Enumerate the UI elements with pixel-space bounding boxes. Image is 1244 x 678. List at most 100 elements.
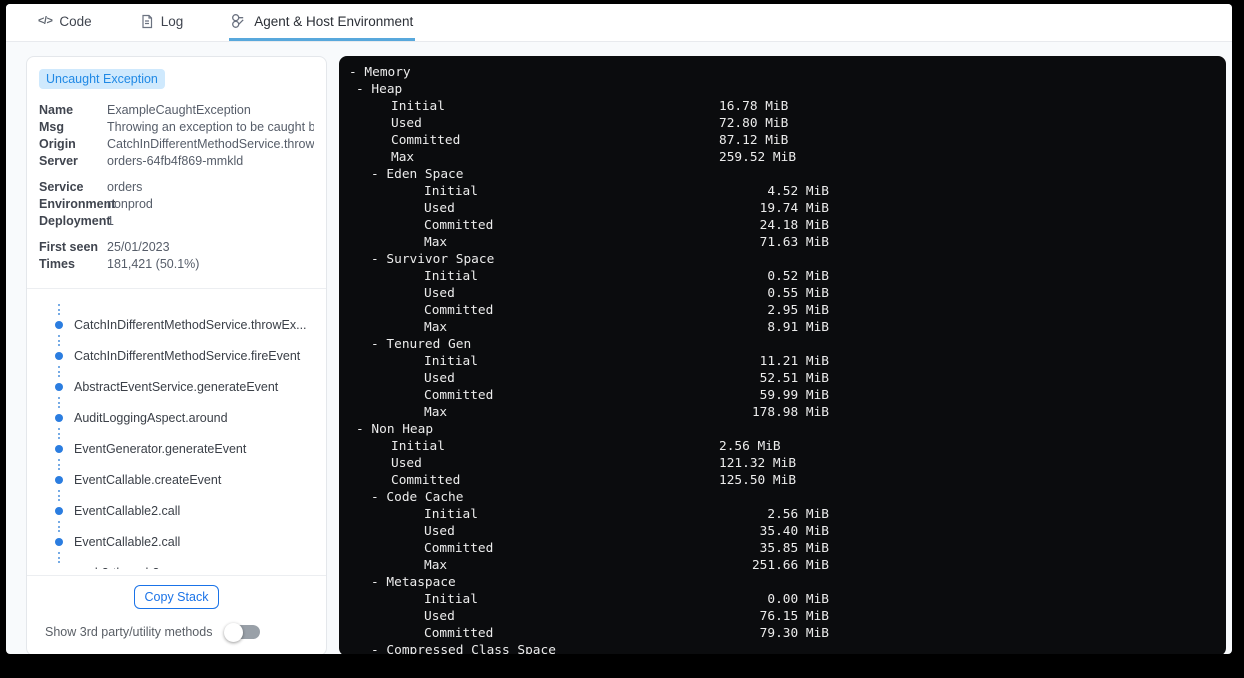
field-row: Environment nonprod: [39, 196, 314, 213]
tree-label: - Eden Space: [371, 167, 464, 182]
field-value: 1: [107, 214, 114, 228]
tree-row: Max 251.66 MiB: [339, 557, 1226, 574]
tree-label: - Survivor Space: [371, 252, 495, 267]
field-value: orders-64fb4f869-mmkld: [107, 154, 244, 168]
stack-frame[interactable]: → AuditLoggingAspect.around: [39, 411, 314, 425]
connector-dots-icon: [39, 518, 314, 535]
tree-value: 259.52 MiB: [719, 150, 797, 165]
toggle-label: Show 3rd party/utility methods: [45, 625, 213, 639]
tree-value: 0.52 MiB: [767, 269, 829, 284]
field-value: orders: [107, 180, 143, 194]
third-party-toggle-row: Show 3rd party/utility methods: [45, 622, 314, 642]
stack-frame[interactable]: → CatchInDifferentMethodService.fireEven…: [39, 349, 314, 363]
tree-label: Committed: [424, 388, 494, 403]
tree-label: Used: [424, 524, 455, 539]
exception-panel: Uncaught Exception Name ExampleCaughtExc…: [26, 56, 327, 654]
tree-label: Committed: [391, 473, 461, 488]
third-party-toggle[interactable]: [224, 622, 261, 642]
tree-value: 71.63 MiB: [759, 235, 829, 250]
tree-row: Initial 16.78 MiB: [339, 98, 1226, 115]
tree-row: Used 19.74 MiB: [339, 200, 1226, 217]
stack-frame[interactable]: → EventCallable2.call: [39, 535, 314, 549]
tree-label: Max: [424, 405, 448, 420]
tree-row: Committed 2.95 MiB: [339, 302, 1226, 319]
connector-dots-icon: [39, 487, 314, 504]
exception-type-badge: Uncaught Exception: [39, 69, 165, 89]
field-label: Service: [39, 180, 84, 194]
tab-icon: [140, 14, 154, 29]
tree-row: - Code Cache: [339, 489, 1226, 506]
connector-dots-icon: [39, 332, 314, 349]
tree-value: 0.55 MiB: [767, 286, 829, 301]
tree-value: 4.52 MiB: [767, 184, 829, 199]
field-value: CatchInDifferentMethodService.throwExcep: [107, 137, 314, 151]
stack-frame-item: → EventCallable2.call: [39, 518, 314, 549]
tree-value: 35.40 MiB: [759, 524, 829, 539]
stack-frame[interactable]: → pool-2-thread-3: [39, 566, 314, 569]
tree-value: 87.12 MiB: [719, 133, 789, 148]
tree-label: Initial: [391, 439, 445, 454]
tree-value: 121.32 MiB: [719, 456, 797, 471]
frame-dot-icon: [55, 414, 63, 422]
tree-value: 2.95 MiB: [767, 303, 829, 318]
tree-value: 59.99 MiB: [759, 388, 829, 403]
divider: [27, 575, 326, 576]
field-row: Deployment 1: [39, 213, 314, 230]
stack-frame-label: pool-2-thread-3: [74, 566, 159, 569]
stack-frame[interactable]: → EventCallable2.call: [39, 504, 314, 518]
field-label: Server: [39, 154, 78, 168]
tree-row: Used 76.15 MiB: [339, 608, 1226, 625]
tab[interactable]: Log: [138, 4, 186, 41]
tree-label: Max: [424, 558, 448, 573]
tree-row: Max 8.91 MiB: [339, 319, 1226, 336]
tree-label: Initial: [424, 184, 478, 199]
tree-row: - Heap: [339, 81, 1226, 98]
field-row: Server orders-64fb4f869-mmkld: [39, 153, 314, 170]
tree-value: 2.56 MiB: [719, 439, 781, 454]
tree-label: Used: [424, 609, 455, 624]
tree-row: Initial 0.52 MiB: [339, 268, 1226, 285]
connector-dots-icon: [39, 425, 314, 442]
field-row: Origin CatchInDifferentMethodService.thr…: [39, 136, 314, 153]
tree-label: Committed: [424, 303, 494, 318]
tree-row: Initial 11.21 MiB: [339, 353, 1226, 370]
stack-frame[interactable]: → EventGenerator.generateEvent: [39, 442, 314, 456]
tree-row: Used 52.51 MiB: [339, 370, 1226, 387]
tree-row: Used 121.32 MiB: [339, 455, 1226, 472]
stack-frame[interactable]: → AbstractEventService.generateEvent: [39, 380, 314, 394]
field-label: Times: [39, 257, 75, 271]
tree-row: Used 72.80 MiB: [339, 115, 1226, 132]
tab[interactable]: </> Code: [36, 4, 94, 41]
stack-frame-label: CatchInDifferentMethodService.fireEvent: [74, 349, 301, 363]
tree-value: 251.66 MiB: [751, 558, 829, 573]
toggle-thumb: [224, 622, 244, 642]
copy-stack-button[interactable]: Copy Stack: [133, 585, 220, 609]
tree-value: 79.30 MiB: [759, 626, 829, 641]
tab-icon: </>: [38, 15, 53, 27]
tree-row: Used 0.55 MiB: [339, 285, 1226, 302]
tree-value: 8.91 MiB: [767, 320, 829, 335]
tab-label: Agent & Host Environment: [254, 13, 414, 29]
tree-row: Committed 24.18 MiB: [339, 217, 1226, 234]
field-value: Throwing an exception to be caught by a …: [107, 120, 314, 134]
tree-value: 52.51 MiB: [759, 371, 829, 386]
tree-row: - Tenured Gen: [339, 336, 1226, 353]
tree-label: Initial: [424, 354, 478, 369]
stack-frame[interactable]: → EventCallable.createEvent: [39, 473, 314, 487]
tree-label: - Metaspace: [371, 575, 456, 590]
tree-label: Max: [424, 320, 448, 335]
tree-row: Used 35.40 MiB: [339, 523, 1226, 540]
field-value: ExampleCaughtException: [107, 103, 251, 117]
tree-value: 0.00 MiB: [767, 592, 829, 607]
stack-frame-item: → EventGenerator.generateEvent: [39, 425, 314, 456]
stack-frame[interactable]: → CatchInDifferentMethodService.throwEx.…: [39, 318, 314, 332]
tree-row: - Metaspace: [339, 574, 1226, 591]
stack-frame-item: → EventCallable2.call: [39, 487, 314, 518]
stack-frame-item: → CatchInDifferentMethodService.fireEven…: [39, 332, 314, 363]
tree-label: - Memory: [349, 65, 411, 80]
tab[interactable]: Agent & Host Environment: [229, 4, 416, 41]
tree-row: Committed 35.85 MiB: [339, 540, 1226, 557]
tree-label: Used: [391, 456, 422, 471]
frame-dot-icon: [55, 538, 63, 546]
memory-tree-panel[interactable]: - Memory - Heap Initial 16.78 MiB Used 7…: [339, 56, 1226, 654]
